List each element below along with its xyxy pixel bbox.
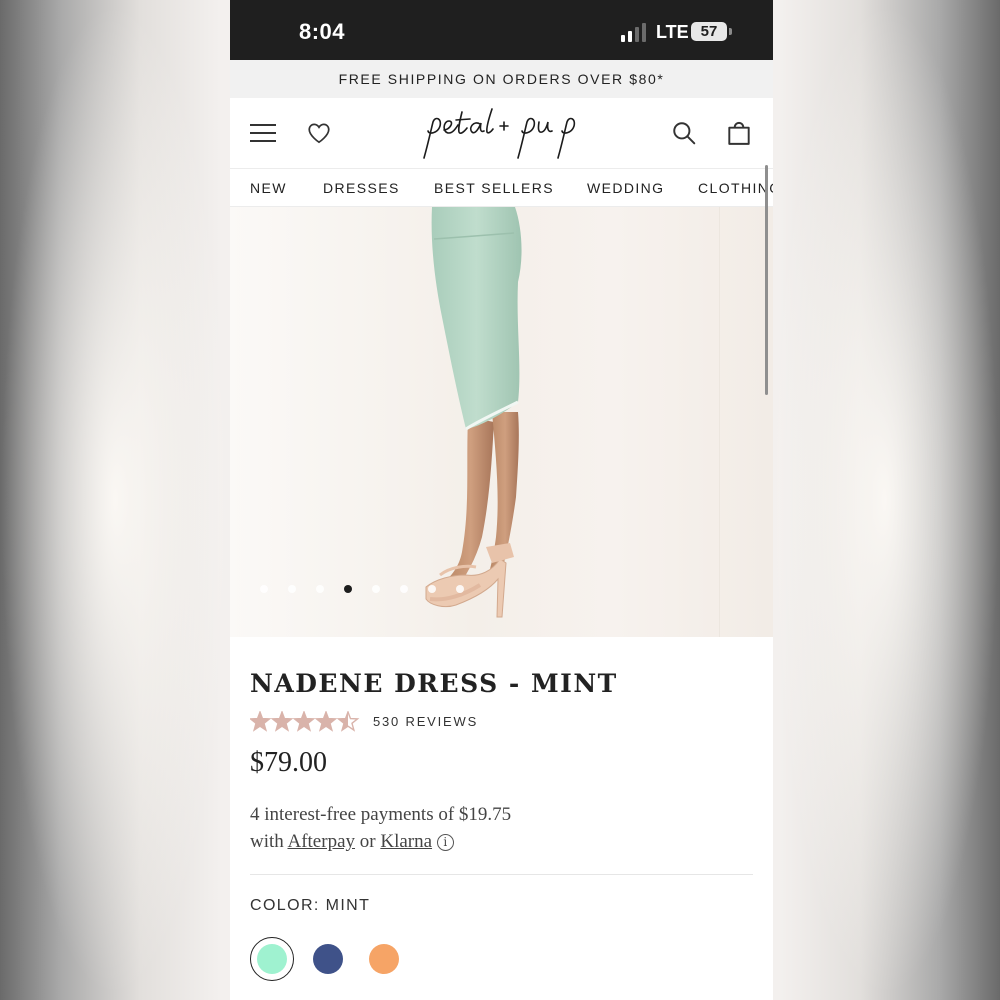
- color-swatch-navy[interactable]: [313, 944, 343, 974]
- nav-item-dresses[interactable]: DRESSES: [323, 180, 400, 196]
- signal-icon: [621, 22, 649, 42]
- shopping-bag-icon[interactable]: [726, 118, 752, 146]
- scrollbar[interactable]: [765, 165, 768, 395]
- color-swatch-mint[interactable]: [257, 944, 287, 974]
- gallery-dot[interactable]: [456, 585, 464, 593]
- nav-item-clothing[interactable]: CLOTHING: [698, 180, 773, 196]
- product-price: $79.00: [250, 747, 327, 778]
- network-label: LTE: [656, 22, 689, 42]
- gallery-dot[interactable]: [260, 585, 268, 593]
- gallery-dot[interactable]: [372, 585, 380, 593]
- star-icon: [250, 711, 272, 732]
- product-photo: [425, 207, 522, 618]
- petal-pup-logo[interactable]: [418, 106, 583, 161]
- status-bar: 8:04 LTE 57: [230, 0, 773, 60]
- installment-or: or: [359, 831, 376, 852]
- installment-with: with: [250, 831, 284, 852]
- status-time: 8:04: [299, 19, 346, 44]
- gallery-dot[interactable]: [288, 585, 296, 593]
- gallery-dot[interactable]: [344, 585, 352, 593]
- battery-nub: [729, 28, 732, 35]
- phone-screen: 8:04 LTE 57 FREE SHIPPING ON ORDERS OVER…: [230, 0, 773, 1000]
- product-image[interactable]: [230, 207, 773, 637]
- nav-item-best-sellers[interactable]: BEST SELLERS: [434, 180, 554, 196]
- heart-icon[interactable]: [306, 120, 332, 146]
- star-icon: [270, 711, 294, 732]
- star-icon: [292, 711, 316, 732]
- klarna-link[interactable]: Klarna: [380, 831, 432, 852]
- installment-text: 4 interest-free payments of $19.75: [250, 804, 512, 825]
- battery-icon: 57: [691, 22, 727, 41]
- nav-item-wedding[interactable]: WEDDING: [587, 180, 664, 196]
- color-label: COLOR: MINT: [250, 897, 371, 914]
- section-divider: [250, 874, 753, 875]
- star-icon: [314, 711, 338, 732]
- gallery-dot[interactable]: [400, 585, 408, 593]
- gallery-dot[interactable]: [316, 585, 324, 593]
- category-nav: NEW DRESSES BEST SELLERS WEDDING CLOTHIN…: [230, 169, 773, 207]
- battery-level: 57: [700, 23, 718, 40]
- menu-icon[interactable]: [250, 123, 276, 143]
- color-swatch-orange[interactable]: [369, 944, 399, 974]
- gallery-next-edge: [719, 207, 720, 637]
- background-blur-right: [770, 0, 1000, 1000]
- search-icon[interactable]: [671, 120, 697, 146]
- gallery-dot[interactable]: [428, 585, 436, 593]
- product-title: NADENE DRESS - MINT: [250, 669, 618, 698]
- info-icon[interactable]: i: [436, 834, 454, 851]
- promo-banner[interactable]: FREE SHIPPING ON ORDERS OVER $80*: [230, 60, 773, 98]
- nav-item-new[interactable]: NEW: [250, 180, 287, 196]
- installment-info: 4 interest-free payments of $19.75 with …: [250, 801, 511, 855]
- background-blur-left: [0, 0, 230, 1000]
- rating-stars[interactable]: [250, 711, 360, 733]
- site-header: [230, 98, 773, 169]
- reviews-link[interactable]: 530 REVIEWS: [373, 714, 478, 729]
- afterpay-link[interactable]: Afterpay: [287, 831, 355, 852]
